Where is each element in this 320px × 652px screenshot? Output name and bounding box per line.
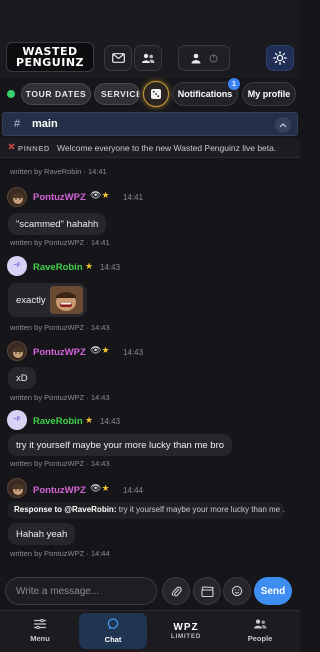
theme-toggle-button[interactable] bbox=[266, 45, 294, 71]
user-badges: 👁★ bbox=[90, 345, 110, 356]
chat-icon bbox=[107, 618, 119, 632]
reply-quote-label: Response to @RaveRobin: bbox=[14, 505, 117, 514]
wpz-subtitle: LIMITED bbox=[170, 633, 202, 640]
channel-name: main bbox=[32, 118, 58, 130]
top-bar: WASTED PENGUINZ bbox=[0, 0, 300, 78]
nav-tabs-row: TOUR DATES SERVICE Notifications 1 My pr… bbox=[0, 78, 300, 108]
message-time: 14:43 bbox=[100, 263, 121, 272]
avatar[interactable] bbox=[7, 478, 27, 498]
my-profile-button[interactable]: My profile bbox=[242, 82, 296, 106]
send-button[interactable]: Send bbox=[254, 577, 292, 605]
message-meta: written by PontuzWPZ · 14:44 bbox=[10, 549, 110, 558]
paperclip-icon bbox=[171, 585, 182, 598]
pin-icon bbox=[8, 143, 15, 152]
avatar[interactable]: ~F bbox=[7, 410, 27, 430]
nav-menu-label: Menu bbox=[30, 634, 50, 643]
pinned-message: PINNED Welcome everyone to the new Waste… bbox=[0, 138, 300, 158]
smiley-icon bbox=[231, 585, 243, 597]
mail-button[interactable] bbox=[104, 45, 132, 71]
username[interactable]: RaveRobin bbox=[33, 262, 83, 273]
user-badges: 👁★ bbox=[90, 190, 110, 201]
mail-icon bbox=[111, 53, 125, 63]
user-icon bbox=[191, 53, 201, 64]
star-badge-icon: ★ bbox=[85, 415, 94, 425]
star-badge-icon: ★ bbox=[85, 261, 94, 271]
notifications-badge: 1 bbox=[228, 78, 240, 90]
message-time: 14:41 bbox=[123, 193, 144, 202]
message-input[interactable] bbox=[5, 577, 157, 605]
nav-menu[interactable]: Menu bbox=[10, 613, 70, 649]
dice-button[interactable] bbox=[143, 81, 169, 107]
channel-header[interactable]: # main bbox=[2, 112, 298, 136]
people-button[interactable] bbox=[134, 45, 162, 71]
logo-text-line2: PENGUINZ bbox=[15, 56, 85, 69]
message-time: 14:43 bbox=[123, 348, 144, 357]
message-bubble: exactly bbox=[8, 283, 87, 317]
profile-button[interactable] bbox=[178, 45, 230, 71]
notifications-label: Notifications bbox=[177, 89, 233, 99]
message-composer: Send bbox=[0, 573, 300, 609]
nav-wpz-limited[interactable]: WPZ LIMITED bbox=[156, 613, 216, 649]
chat-messages[interactable]: written by RaveRobin · 14:41 PontuzWPZ 👁… bbox=[0, 160, 300, 570]
avatar[interactable]: ~F bbox=[7, 256, 27, 276]
star-badge-icon: ★ bbox=[101, 483, 110, 493]
avatar[interactable] bbox=[7, 341, 27, 361]
eye-badge-icon: 👁 bbox=[90, 190, 102, 200]
message-bubble: xD bbox=[8, 367, 36, 389]
power-icon bbox=[209, 54, 218, 63]
dice-icon bbox=[150, 88, 162, 100]
gif-button[interactable] bbox=[193, 577, 221, 605]
username[interactable]: PontuzWPZ bbox=[33, 192, 86, 203]
message-text: exactly bbox=[16, 294, 46, 306]
reaction-image[interactable] bbox=[49, 286, 83, 314]
pinned-text: Welcome everyone to the new Wasted Pengu… bbox=[57, 143, 277, 153]
nav-people[interactable]: People bbox=[230, 613, 290, 649]
nav-chat[interactable]: Chat bbox=[79, 613, 147, 649]
eye-badge-icon: 👁 bbox=[90, 483, 102, 493]
emoji-button[interactable] bbox=[223, 577, 251, 605]
online-status-dot bbox=[7, 90, 15, 98]
message-meta: written by PontuzWPZ · 14:43 bbox=[10, 323, 110, 332]
star-badge-icon: ★ bbox=[101, 345, 110, 355]
nav-people-label: People bbox=[247, 634, 273, 643]
message-bubble: Hahah yeah bbox=[8, 523, 76, 545]
channel-hash: # bbox=[14, 118, 21, 130]
wpz-title: WPZ bbox=[173, 622, 199, 633]
tab-services[interactable]: SERVICE bbox=[94, 83, 140, 105]
wasted-penguinz-logo[interactable]: WASTED PENGUINZ bbox=[6, 42, 94, 72]
user-badges: 👁★ bbox=[90, 483, 110, 494]
chevron-up-icon[interactable] bbox=[275, 117, 291, 133]
nav-chat-label: Chat bbox=[104, 635, 122, 644]
message-meta: written by PontuzWPZ · 14:43 bbox=[10, 459, 110, 468]
star-badge-icon: ★ bbox=[101, 190, 110, 200]
people-icon bbox=[141, 53, 155, 64]
attach-button[interactable] bbox=[162, 577, 190, 605]
reply-quote-text: try it yourself maybe your more lucky th… bbox=[118, 505, 284, 514]
message-meta: written by PontuzWPZ · 14:43 bbox=[10, 393, 110, 402]
reply-quote[interactable]: Response to @RaveRobin: try it yourself … bbox=[8, 502, 284, 519]
username[interactable]: RaveRobin bbox=[33, 416, 83, 427]
username[interactable]: PontuzWPZ bbox=[33, 347, 86, 358]
tab-tour-dates[interactable]: TOUR DATES bbox=[21, 83, 91, 105]
pinned-label: PINNED bbox=[18, 144, 50, 153]
people-icon bbox=[253, 619, 267, 631]
message-time: 14:44 bbox=[123, 486, 144, 495]
message-meta: written by RaveRobin · 14:41 bbox=[10, 167, 107, 176]
message-bubble: "scammed" hahahh bbox=[8, 213, 107, 235]
eye-badge-icon: 👁 bbox=[90, 345, 102, 355]
my-profile-label: My profile bbox=[247, 89, 291, 99]
message-meta: written by PontuzWPZ · 14:41 bbox=[10, 238, 110, 247]
menu-icon bbox=[34, 618, 46, 631]
message-bubble: try it yourself maybe your more lucky th… bbox=[8, 434, 233, 456]
username[interactable]: PontuzWPZ bbox=[33, 485, 86, 496]
clapperboard-icon bbox=[200, 585, 214, 597]
avatar[interactable] bbox=[7, 187, 27, 207]
bottom-navigation: Menu Chat WPZ LIMITED People bbox=[0, 610, 300, 652]
message-time: 14:43 bbox=[100, 417, 121, 426]
sun-icon bbox=[273, 51, 287, 65]
